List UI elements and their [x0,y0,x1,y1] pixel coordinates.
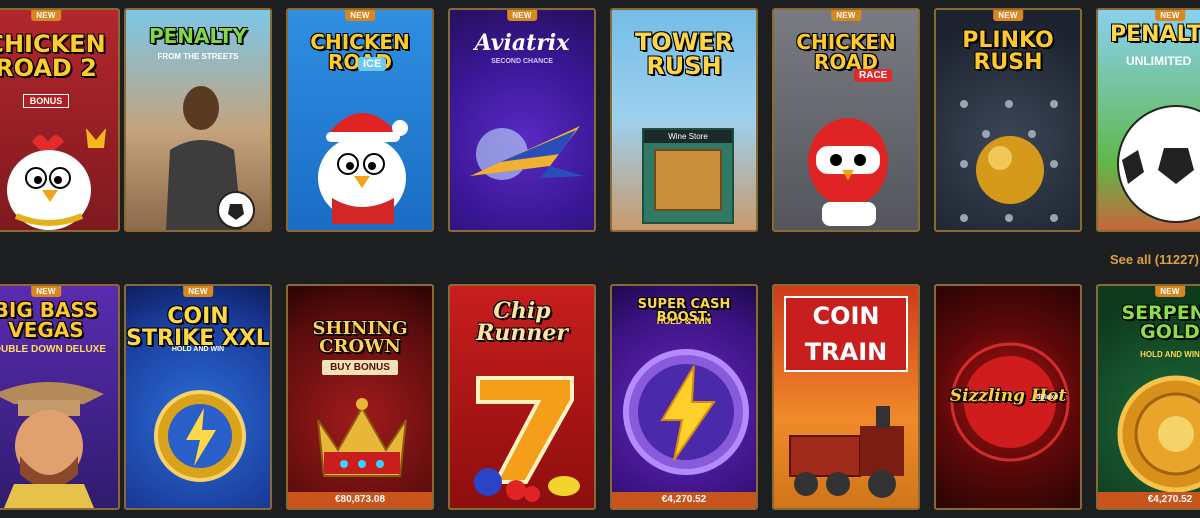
game-tile-super-cash-boost[interactable]: SUPER CASH BOOST: HOLD & WIN €4,270.52 [610,284,758,510]
game-subtitle: SECOND CHANCE [491,58,553,65]
new-badge: NEW [345,10,375,21]
game-title: CHICKEN ROAD 2 [0,30,106,82]
game-title: Chip Runner [476,298,568,346]
game-tile-chicken-road-2[interactable]: NEW CHICKEN ROAD 2 BONUS [0,8,120,232]
game-title: CHICKEN ROAD [796,30,896,74]
see-all-link[interactable]: See all (11227) [1110,252,1199,267]
game-tile-tower-rush[interactable]: TOWER RUSH Wine Store [610,8,758,232]
game-subtitle: HOLD & WIN [656,316,712,326]
game-tile-coin-strike-xxl[interactable]: NEW COIN STRIKE XXL HOLD AND WIN [124,284,272,510]
game-tile-coin-train[interactable]: COIN TRAIN [772,284,920,510]
game-title: Aviatrix [474,30,570,56]
game-tile-sizzling-hot[interactable]: Sizzling Hot deluxe [934,284,1082,510]
fisherman-icon [0,382,104,508]
new-badge: NEW [1155,10,1185,21]
seven-icon [474,376,580,502]
game-subtitle: DOUBLE DOWN DELUXE [0,344,106,355]
game-subtitle: HOLD AND WIN [1140,350,1200,359]
chicken-icon [7,128,106,230]
train-icon [789,406,904,498]
game-subtitle: RACE [854,69,893,82]
jackpot-amount: €4,270.52 [612,492,756,508]
jet-icon [470,126,584,180]
wine-store-building: Wine Store [642,128,734,224]
game-tile-chicken-road-race[interactable]: NEW CHICKEN ROAD RACE [772,8,920,232]
game-title: PLINKO RUSH [962,28,1054,75]
game-tile-chip-runner[interactable]: Chip Runner [448,284,596,510]
game-tile-penalty-unlimited[interactable]: NEW PENALTY UNLIMITED [1096,8,1200,232]
crown-icon [317,398,407,477]
lightning-coin-icon [154,390,246,482]
game-title: TOWER RUSH [634,28,734,80]
gold-ball-icon [960,100,1058,222]
store-sign: Wine Store [644,130,732,143]
game-tile-aviatrix[interactable]: NEW Aviatrix SECOND CHANCE [448,8,596,232]
game-title: PENALTY [1110,22,1200,47]
lightning-icon [623,349,749,475]
game-title: SHINING CROWN [312,318,408,357]
game-subtitle: FROM THE STREETS [157,52,239,61]
game-title: COIN TRAIN [784,296,908,372]
jackpot-amount: €4,270.52 [1098,492,1200,508]
new-badge: NEW [183,286,213,297]
game-tile-chicken-road-ice[interactable]: NEW CHICKEN ROAD ICE [286,8,434,232]
new-badge: NEW [831,10,861,21]
new-badge: NEW [31,286,61,297]
title-banner: COIN TRAIN [784,296,908,372]
game-subtitle: HOLD AND WIN [171,346,225,353]
jackpot-amount: €80,873.08 [288,492,432,508]
game-title: Sizzling Hot [949,386,1067,406]
new-badge: NEW [507,10,537,21]
game-tile-big-bass-vegas[interactable]: NEW BIG BASS VEGAS DOUBLE DOWN DELUXE [0,284,120,510]
game-tile-shining-crown[interactable]: SHINING CROWN BUY BONUS €80,873.08 [286,284,434,510]
new-badge: NEW [993,10,1023,21]
serpent-coin-icon [1117,375,1200,493]
game-subtitle: BUY BONUS [322,360,398,375]
racing-chicken-icon [808,118,888,226]
soccer-ball-icon [1117,105,1200,223]
chicken-icon [318,113,408,224]
game-subtitle: UNLIMITED [1126,54,1192,68]
game-tile-penalty-streets[interactable]: PENALTY FROM THE STREETS [124,8,272,232]
soccer-player-icon [166,86,255,230]
game-tile-plinko-rush[interactable]: NEW PLINKO RUSH [934,8,1082,232]
game-title: SERPENT GOLD [1121,302,1200,343]
game-subtitle: ICE [358,57,387,71]
game-title: COIN STRIKE XXL [126,304,270,351]
game-tile-serpent-gold[interactable]: NEW SERPENT GOLD HOLD AND WIN €4,270.52 [1096,284,1200,510]
game-title: PENALTY [148,24,248,48]
new-badge: NEW [1155,286,1185,297]
game-title: BIG BASS VEGAS [0,298,99,342]
new-badge: NEW [31,10,61,21]
game-subtitle: deluxe [1036,394,1059,401]
game-subtitle: BONUS [22,94,70,108]
